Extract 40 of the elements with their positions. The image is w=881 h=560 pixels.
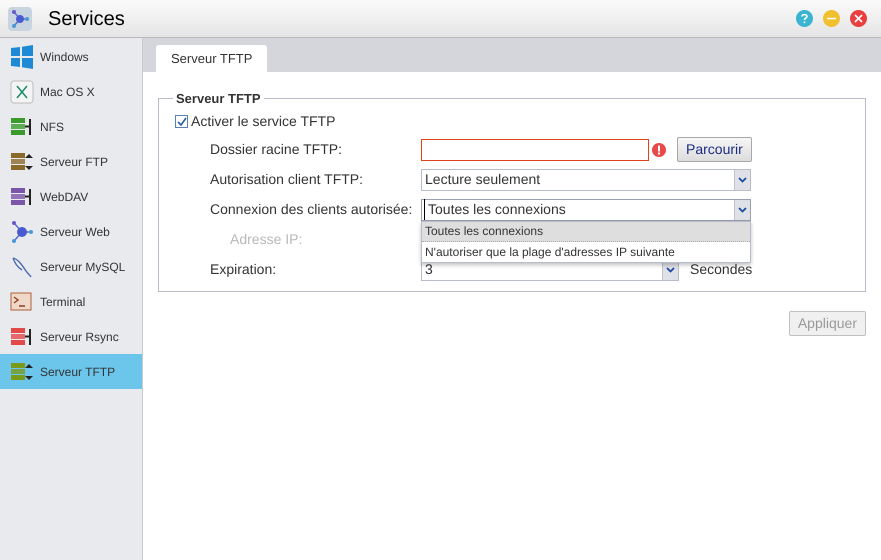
x-icon [10, 80, 34, 104]
checkbox-label: Activer le service TFTP [191, 112, 336, 131]
app-icon [8, 6, 32, 30]
browse-button[interactable]: Parcourir [677, 137, 752, 162]
field-label: Dossier racine TFTP: [209, 140, 343, 159]
network-node-icon [10, 220, 34, 244]
window-title: Services [48, 6, 125, 32]
checkmark-icon [176, 116, 186, 126]
sidebar-item[interactable]: Windows [0, 39, 142, 74]
checkbox[interactable] [175, 115, 188, 128]
field-label: Expiration: [209, 260, 278, 279]
dropdown-option[interactable]: N'autoriser que la plage d'adresses IP suivante [422, 242, 750, 262]
dropdown-field[interactable]: Lecture seulement [421, 168, 751, 190]
chevron-down-icon [738, 176, 747, 182]
field-label: Adresse IP: [229, 230, 304, 249]
sidebar-item[interactable]: Serveur FTP [0, 144, 142, 179]
sidebar-item[interactable]: Serveur Rsync [0, 319, 142, 354]
text-field[interactable] [421, 138, 649, 160]
field-label: Connexion des clients autorisée: [209, 200, 414, 219]
error-icon [652, 142, 666, 156]
dropdown-option[interactable]: Toutes les connexions [422, 222, 750, 242]
windows-logo-icon [10, 44, 34, 68]
sidebar-item[interactable]: NFS [0, 109, 142, 144]
terminal-icon [10, 290, 34, 314]
sidebar-item[interactable]: Terminal [0, 284, 142, 319]
dropdown-button[interactable] [734, 170, 750, 190]
group-title: Serveur TFTP [175, 90, 262, 108]
chevron-down-icon [738, 206, 747, 212]
unit-label: Secondes [690, 260, 752, 279]
field-label: Autorisation client TFTP: [209, 170, 364, 189]
sidebar-item[interactable]: Mac OS X [0, 74, 142, 109]
dropdown-field[interactable]: Toutes les connexions [421, 198, 751, 220]
sidebar-item[interactable]: Serveur TFTP [0, 354, 142, 389]
sidebar-item[interactable]: Serveur Web [0, 214, 142, 249]
sidebar-item[interactable]: WebDAV [0, 179, 142, 214]
tab[interactable]: Serveur TFTP [156, 45, 268, 72]
sidebar-item[interactable]: Serveur MySQL [0, 249, 142, 284]
close-button[interactable] [850, 10, 867, 27]
chevron-down-icon [666, 266, 675, 272]
dropdown-button[interactable] [734, 200, 750, 220]
